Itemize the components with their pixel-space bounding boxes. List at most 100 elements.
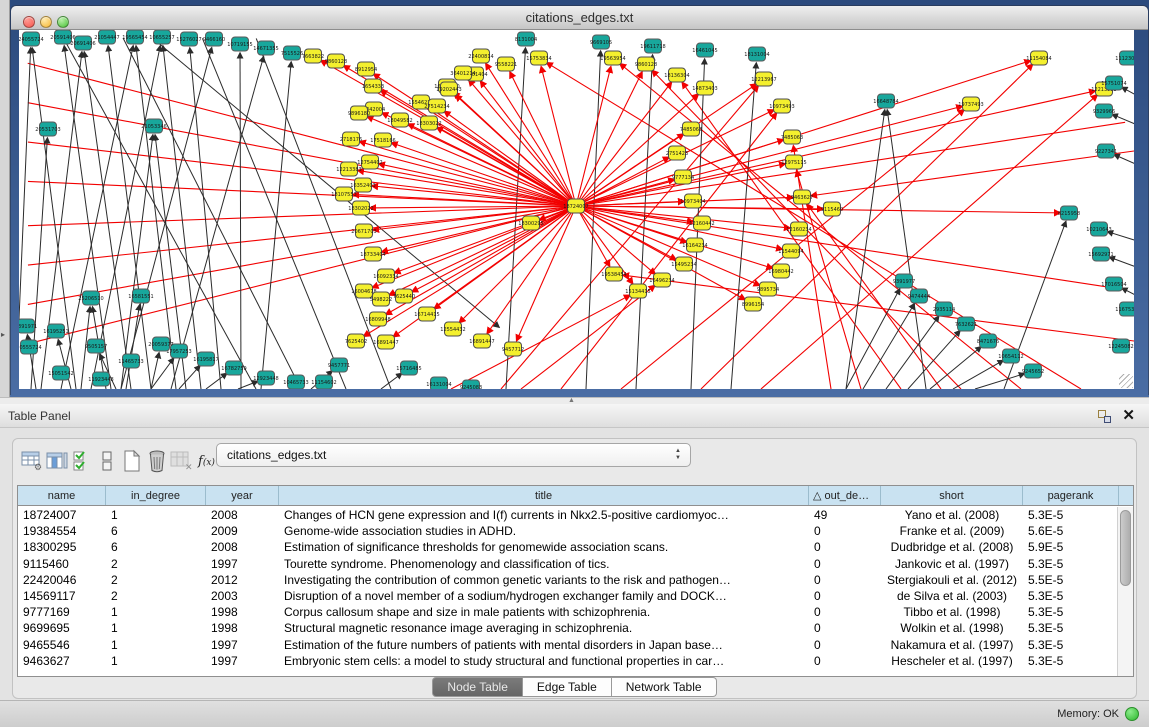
table-cell[interactable]: 0 [809,653,881,669]
graph-node[interactable]: 11544094 [778,244,803,258]
close-panel-icon[interactable]: ✕ [1122,406,1135,424]
table-cell[interactable]: 5.3E-5 [1023,620,1116,636]
graph-node[interactable]: 9558221 [495,57,517,71]
table-cell[interactable]: 5.3E-5 [1023,653,1116,669]
graph-node[interactable]: 9227341 [1095,144,1117,158]
table-cell[interactable]: 18724007 [18,507,106,523]
table-cell[interactable]: 0 [809,539,881,555]
table-cell[interactable]: Yano et al. (2008) [881,507,1023,523]
graph-node[interactable]: 14873403 [692,81,717,95]
table-cell[interactable]: 5.5E-5 [1023,572,1116,588]
citation-edge-black[interactable] [975,374,1024,389]
table-row[interactable]: 1456911722003Disruption of a novel membe… [18,588,1116,604]
graph-node[interactable]: 25206510 [78,291,103,305]
table-cell[interactable]: 1 [106,620,206,636]
graph-node[interactable]: 16461045 [692,43,717,57]
attribute-table[interactable]: namein_degreeyeartitle△ out_de…shortpage… [17,485,1134,677]
table-cell[interactable]: 9115460 [18,556,106,572]
table-selector[interactable]: citations_edges.txt ▲▼ [216,443,691,467]
table-cell[interactable]: de Silva et al. (2003) [881,588,1023,604]
column-header[interactable]: short [881,486,1023,505]
graph-node[interactable]: 8471676 [977,334,999,348]
graph-node[interactable]: 10719155 [227,37,252,51]
table-cell[interactable]: 9777169 [18,604,106,620]
table-cell[interactable]: 14569117 [18,588,106,604]
table-cell[interactable]: 5.3E-5 [1023,637,1116,653]
graph-node[interactable]: 18136304 [664,68,689,82]
graph-node[interactable]: 20531703 [35,122,60,136]
table-cell[interactable]: Embryonic stem cells: a model to study s… [279,653,809,669]
column-header[interactable]: year [206,486,279,505]
table-cell[interactable]: 1997 [206,653,279,669]
table-cell[interactable]: 1 [106,653,206,669]
citation-edge-red[interactable] [576,206,782,249]
citation-edge-black[interactable] [64,46,111,389]
table-cell[interactable]: 49 [809,507,881,523]
table-cell[interactable]: 1998 [206,604,279,620]
graph-node[interactable]: 11675309 [1115,302,1134,316]
graph-node[interactable]: 9457712 [502,342,524,356]
graph-node[interactable]: 1654333 [362,79,384,93]
graph-node[interactable]: 9474444 [908,289,930,303]
graph-node[interactable]: 10973404 [680,194,705,208]
canvas-resize-grip[interactable] [1119,374,1133,388]
citation-edge-black[interactable] [19,48,31,389]
delete-trash-icon[interactable] [144,448,169,474]
graph-node[interactable]: 16782759 [221,361,246,375]
graph-node[interactable]: 9777134 [672,170,694,184]
graph-node[interactable]: 9505157 [85,339,107,353]
table-cell[interactable]: 2008 [206,539,279,555]
graph-node[interactable]: 15716485 [396,361,421,375]
new-document-icon[interactable] [119,448,144,474]
graph-node[interactable]: 14671355 [253,41,278,55]
graph-node[interactable]: 8912954 [355,62,377,76]
table-cell[interactable]: 6 [106,523,206,539]
citation-edge-black[interactable] [179,366,200,389]
citation-edge-black[interactable] [886,316,939,389]
table-cell[interactable]: 5.6E-5 [1023,523,1116,539]
graph-node[interactable]: 20671703 [351,224,376,238]
table-cell[interactable]: Corpus callosum shape and size in male p… [279,604,809,620]
citation-edge-red[interactable] [381,91,576,206]
graph-node[interactable]: 19611718 [640,39,665,53]
graph-node[interactable]: 7485063 [781,130,803,144]
table-cell[interactable]: Investigating the contribution of common… [279,572,809,588]
column-header[interactable]: name [18,486,106,505]
citation-edge-red[interactable] [480,81,576,206]
table-row[interactable]: 2242004622012Investigating the contribut… [18,572,1116,588]
citation-edge-black[interactable] [84,52,131,389]
select-all-icon[interactable] [69,448,94,474]
citation-edge-red[interactable] [28,206,576,304]
tab-edge-table[interactable]: Edge Table [523,677,612,697]
graph-node[interactable]: 11465733 [118,354,143,368]
graph-node[interactable]: 9895734 [757,282,779,296]
table-cell[interactable]: Dudbridge et al. (2008) [881,539,1023,555]
graph-node[interactable]: 16648784 [873,94,898,108]
citation-edge-red[interactable] [623,275,1134,341]
citation-edge-black[interactable] [1122,288,1134,301]
graph-node[interactable]: 12554432 [440,322,465,336]
graph-node[interactable]: 8131004 [515,32,537,46]
table-cell[interactable]: Tourette syndrome. Phenomenology and cla… [279,556,809,572]
tab-network-table[interactable]: Network Table [612,677,717,697]
graph-node[interactable]: 9860128 [635,57,657,71]
table-cell[interactable]: 18300295 [18,539,106,555]
close-window-icon[interactable] [23,16,35,28]
citation-edge-black[interactable] [206,373,227,389]
graph-node[interactable]: 16131004 [426,377,451,389]
table-cell[interactable]: Estimation of significance thresholds fo… [279,539,809,555]
table-row[interactable]: 911546021997Tourette syndrome. Phenomeno… [18,556,1116,572]
table-cell[interactable]: 5.3E-5 [1023,507,1116,523]
split-divider[interactable]: ▲ [0,397,1149,404]
citation-edge-black[interactable] [63,38,256,389]
citation-edge-black[interactable] [240,53,241,389]
graph-node[interactable]: 16092334 [373,269,398,283]
graph-node[interactable]: 5498222 [370,292,392,306]
citation-edge-black[interactable] [1108,232,1134,244]
column-header[interactable]: title [279,486,809,505]
table-cell[interactable]: 2009 [206,523,279,539]
show-columns-icon[interactable] [44,448,69,474]
graph-node[interactable]: 12923448 [253,371,278,385]
graph-node[interactable]: 10655257 [149,30,174,44]
graph-node[interactable]: 12245082 [1108,339,1133,353]
